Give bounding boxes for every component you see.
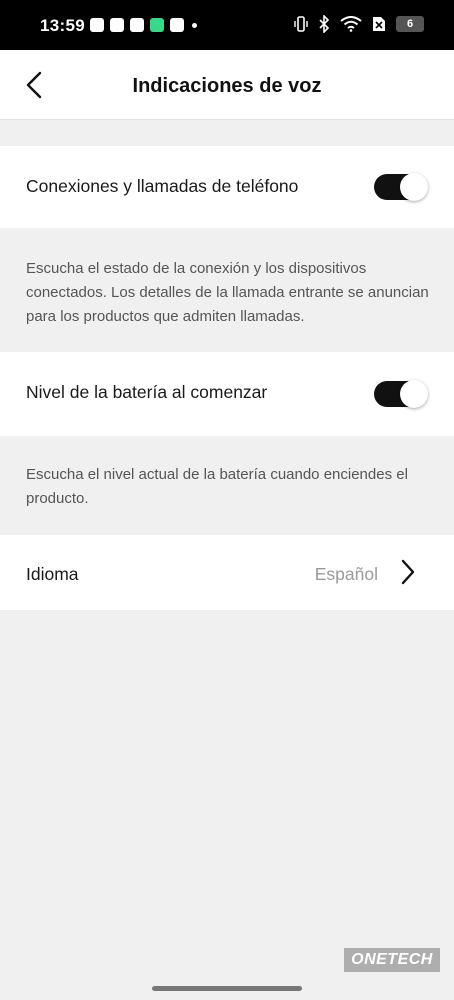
vibrate-icon bbox=[294, 16, 308, 32]
language-label: Idioma bbox=[26, 564, 79, 584]
no-sim-icon bbox=[373, 17, 385, 31]
battery-level: 6 bbox=[406, 18, 414, 30]
status-time: 13:59 bbox=[40, 16, 85, 35]
toggle-knob bbox=[400, 173, 428, 201]
watermark-text: ONETECH bbox=[351, 951, 433, 968]
battery-toggle[interactable] bbox=[374, 380, 428, 408]
battery-description: Escucha el nivel actual de la batería cu… bbox=[26, 466, 408, 507]
settings-row-connections[interactable]: Conexiones y llamadas de teléfono bbox=[0, 146, 454, 228]
toggle-knob bbox=[400, 380, 428, 408]
app-icon bbox=[90, 18, 104, 32]
connections-toggle[interactable] bbox=[374, 173, 428, 201]
battery-label: Nivel de la batería al comenzar bbox=[26, 382, 268, 402]
chevron-right-icon bbox=[401, 559, 415, 585]
phone-green-icon bbox=[150, 18, 164, 32]
connections-label: Conexiones y llamadas de teléfono bbox=[26, 176, 299, 196]
connections-description: Escucha el estado de la conexión y los d… bbox=[26, 260, 429, 325]
notification-icons bbox=[90, 18, 197, 32]
settings-row-language[interactable]: Idioma Español bbox=[0, 535, 454, 610]
wifi-icon bbox=[340, 16, 362, 32]
app-header: Indicaciones de voz bbox=[0, 50, 454, 120]
home-indicator[interactable] bbox=[152, 986, 302, 991]
page-title: Indicaciones de voz bbox=[132, 75, 322, 97]
settings-row-battery[interactable]: Nivel de la batería al comenzar bbox=[0, 352, 454, 436]
youtube-icon bbox=[110, 18, 124, 32]
battery-icon: 6 bbox=[396, 16, 424, 32]
language-value: Español bbox=[314, 564, 378, 584]
watermark-logo: ONETECH bbox=[344, 948, 440, 972]
app-icon bbox=[170, 18, 184, 32]
capcut-icon bbox=[130, 18, 144, 32]
status-bar: 13:59 6 bbox=[0, 0, 454, 50]
dot-icon bbox=[192, 22, 197, 28]
bluetooth-icon bbox=[319, 15, 330, 33]
system-icons: 6 bbox=[294, 15, 424, 33]
